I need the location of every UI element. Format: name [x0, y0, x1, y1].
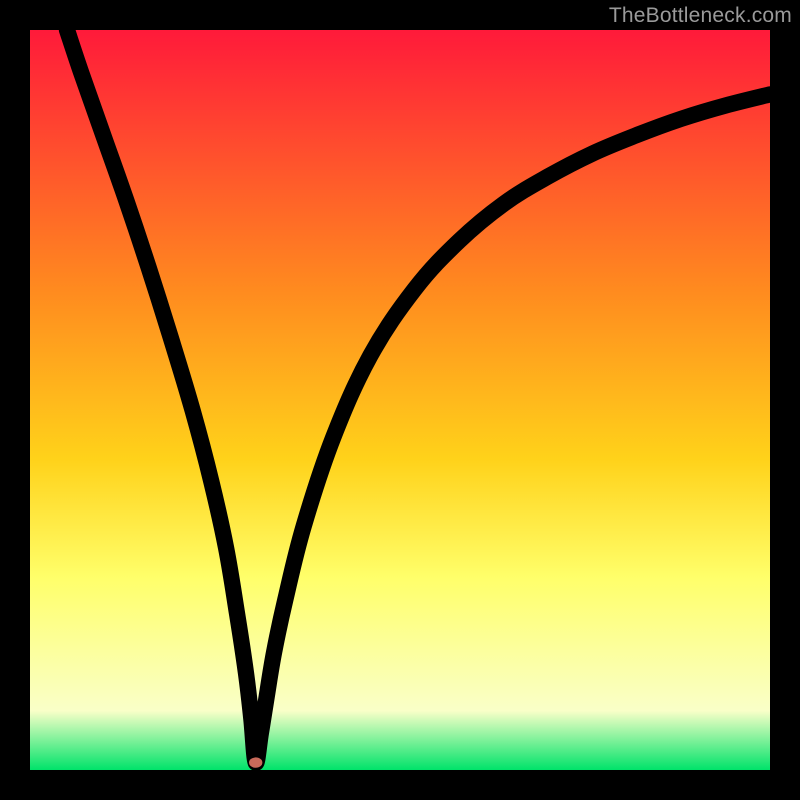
plot-area	[30, 30, 770, 770]
watermark-text: TheBottleneck.com	[609, 4, 792, 28]
min-point-marker	[249, 757, 262, 767]
bottleneck-curve	[30, 30, 770, 770]
chart-frame: TheBottleneck.com	[0, 0, 800, 800]
